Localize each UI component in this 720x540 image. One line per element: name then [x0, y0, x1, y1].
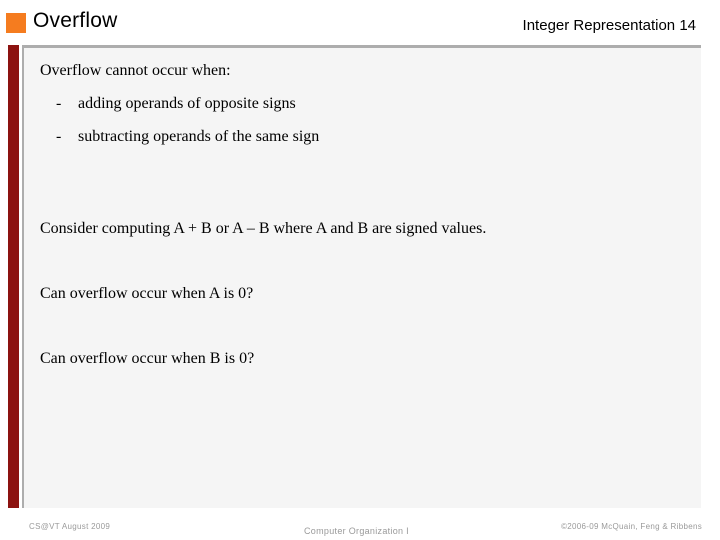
intro-text: Overflow cannot occur when: — [40, 62, 231, 79]
list-item-label: adding operands of opposite signs — [78, 95, 296, 112]
consider-statement: Consider computing A + B or A – B where … — [40, 220, 487, 237]
slide-footer: CS@VT August 2009 Computer Organization … — [0, 519, 720, 540]
footer-center-text: Computer Organization I — [304, 526, 409, 536]
bullet-dash-icon: - — [56, 95, 62, 112]
left-accent-bar — [8, 45, 19, 508]
question-b: Can overflow occur when B is 0? — [40, 350, 255, 367]
list-item: - subtracting operands of the same sign — [56, 128, 319, 146]
slide-page: { "header": { "title": "Overflow", "subt… — [0, 0, 720, 540]
bullet-dash-icon: - — [56, 128, 62, 145]
title-bullet-square-icon — [6, 13, 26, 33]
list-item: - adding operands of opposite signs — [56, 95, 296, 113]
slide-header: Overflow Integer Representation 14 — [0, 0, 720, 42]
header-subtitle: Integer Representation 14 — [522, 17, 696, 34]
footer-left-text: CS@VT August 2009 — [29, 522, 111, 531]
question-a: Can overflow occur when A is 0? — [40, 285, 254, 302]
page-title: Overflow — [33, 9, 118, 32]
content-panel: Overflow cannot occur when: - adding oper… — [22, 45, 701, 508]
list-item-label: subtracting operands of the same sign — [78, 128, 320, 145]
footer-right-text: ©2006-09 McQuain, Feng & Ribbens — [561, 522, 702, 531]
